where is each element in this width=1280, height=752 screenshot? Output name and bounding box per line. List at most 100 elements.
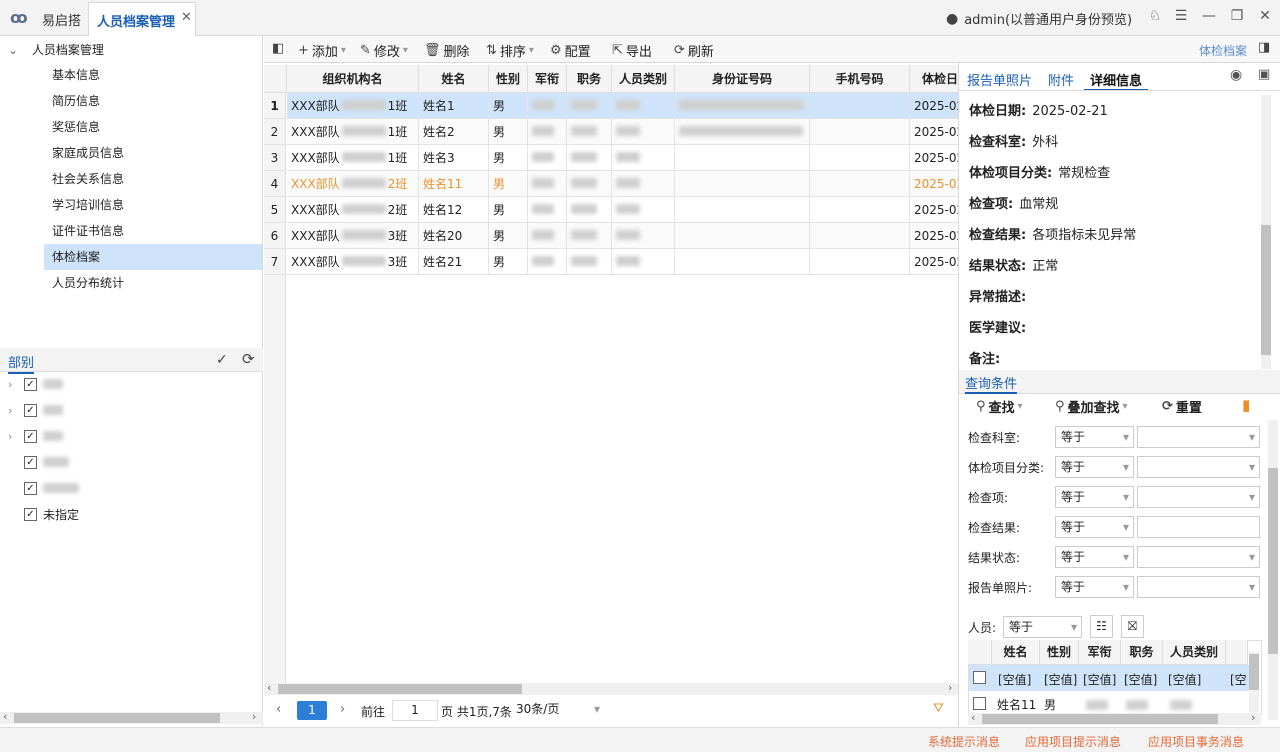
condition-value-input[interactable]: [1137, 516, 1260, 538]
table-cell[interactable]: 男: [489, 223, 528, 249]
col-post[interactable]: 职务: [567, 65, 612, 93]
table-cell[interactable]: [675, 223, 810, 249]
table-cell[interactable]: [675, 197, 810, 223]
table-cell[interactable]: [810, 145, 910, 171]
col-sex[interactable]: 性别: [489, 65, 528, 93]
sub-col-rank[interactable]: 军衔: [1079, 640, 1121, 665]
app-task-link[interactable]: 应用项目事务消息: [1148, 733, 1244, 750]
table-cell[interactable]: [612, 249, 675, 275]
find-button[interactable]: ⚲ 查找 ▾: [976, 397, 1023, 416]
col-org[interactable]: 组织机构名: [287, 65, 419, 93]
table-cell[interactable]: 男: [489, 119, 528, 145]
user-menu[interactable]: ● admin(以普通用户身份预览): [946, 9, 1132, 29]
table-cell[interactable]: 姓名2: [419, 119, 489, 145]
detail-vscrollbar[interactable]: [1261, 95, 1271, 369]
tab-attachment[interactable]: 附件: [1048, 70, 1074, 89]
page-1-button[interactable]: 1: [297, 701, 327, 720]
table-cell[interactable]: [675, 249, 810, 275]
table-cell[interactable]: 2025-02: [910, 197, 958, 223]
sub-vscrollbar[interactable]: [1249, 652, 1259, 712]
grid-hscrollbar[interactable]: ‹ ›: [264, 681, 958, 695]
table-cell[interactable]: [567, 197, 612, 223]
table-cell[interactable]: XXX部队 2班: [287, 197, 419, 223]
table-cell[interactable]: [675, 93, 810, 119]
config-button[interactable]: ⚙ 配置: [550, 41, 591, 60]
checkbox[interactable]: ✓: [24, 507, 37, 521]
condition-value-input[interactable]: [1137, 486, 1260, 508]
table-cell[interactable]: [528, 119, 567, 145]
table-cell[interactable]: 2025-02: [910, 223, 958, 249]
deselect-icon[interactable]: ⛝: [1121, 615, 1144, 638]
sys-message-link[interactable]: 系统提示消息: [928, 733, 1000, 750]
condition-value-input[interactable]: [1137, 576, 1260, 598]
table-cell[interactable]: [528, 145, 567, 171]
table-cell[interactable]: 男: [489, 197, 528, 223]
table-cell[interactable]: 姓名21: [419, 249, 489, 275]
col-id-number[interactable]: 身份证号码: [675, 65, 810, 93]
nav-item-basic[interactable]: 基本信息: [44, 62, 262, 88]
table-cell[interactable]: [612, 197, 675, 223]
table-cell[interactable]: [528, 197, 567, 223]
table-cell[interactable]: 姓名1: [419, 93, 489, 119]
table-cell[interactable]: 男: [489, 171, 528, 197]
checkbox[interactable]: [973, 671, 986, 684]
col-phone[interactable]: 手机号码: [810, 65, 910, 93]
export-button[interactable]: ⇱ 导出: [612, 41, 652, 60]
table-cell[interactable]: [567, 145, 612, 171]
condition-value-input[interactable]: [1137, 426, 1260, 448]
delete-button[interactable]: 🗑 删除: [424, 41, 470, 60]
left-hscrollbar[interactable]: ‹ ›: [0, 710, 263, 724]
edit-button[interactable]: ✎ 修改 ▾: [360, 41, 408, 60]
tab-details[interactable]: 详细信息: [1084, 70, 1149, 91]
sub-col-category[interactable]: 人员类别: [1163, 640, 1226, 665]
minimize-icon[interactable]: —: [1200, 8, 1218, 24]
nav-root[interactable]: ⌄ 人员档案管理: [8, 41, 104, 58]
app-message-link[interactable]: 应用项目提示消息: [1025, 733, 1121, 750]
table-cell[interactable]: 男: [489, 249, 528, 275]
person-op-select[interactable]: 等于: [1003, 616, 1082, 638]
table-cell[interactable]: XXX部队 3班: [287, 223, 419, 249]
condition-value-input[interactable]: [1137, 546, 1260, 568]
table-cell[interactable]: [528, 249, 567, 275]
chevron-right-icon[interactable]: ›: [8, 404, 18, 417]
table-cell[interactable]: [810, 249, 910, 275]
nav-item-distribution[interactable]: 人员分布统计: [44, 270, 262, 296]
check-circle-icon[interactable]: ✓: [216, 352, 228, 368]
panel-toggle-icon[interactable]: ◧: [272, 41, 284, 56]
table-cell[interactable]: [567, 171, 612, 197]
table-cell[interactable]: XXX部队 1班: [287, 93, 419, 119]
table-cell[interactable]: 男: [489, 93, 528, 119]
condition-op-select[interactable]: 等于: [1055, 426, 1134, 448]
tab-personnel-archive[interactable]: 人员档案管理 ✕: [88, 2, 196, 36]
dept-item[interactable]: › ✓: [8, 426, 63, 446]
select-all-icon[interactable]: ☷: [1090, 615, 1113, 638]
table-cell[interactable]: [528, 93, 567, 119]
checkbox[interactable]: ✓: [24, 481, 37, 495]
restore-icon[interactable]: ❐: [1228, 8, 1246, 24]
table-cell[interactable]: [567, 119, 612, 145]
sub-col-post[interactable]: 职务: [1121, 640, 1163, 665]
table-cell[interactable]: [810, 93, 910, 119]
refresh-icon[interactable]: ⟳: [242, 350, 255, 368]
query-tab[interactable]: 查询条件: [965, 373, 1018, 394]
table-cell[interactable]: 2025-02: [910, 93, 958, 119]
table-cell[interactable]: [675, 119, 810, 145]
tab-report-photo[interactable]: 报告单照片: [967, 70, 1032, 89]
table-cell[interactable]: 男: [489, 145, 528, 171]
table-cell[interactable]: [567, 223, 612, 249]
condition-value-input[interactable]: [1137, 456, 1260, 478]
add-button[interactable]: + 添加 ▾: [298, 41, 346, 60]
table-cell[interactable]: [810, 223, 910, 249]
table-cell[interactable]: [612, 93, 675, 119]
next-page-icon[interactable]: ›: [340, 702, 345, 717]
table-cell[interactable]: 姓名20: [419, 223, 489, 249]
nav-item-family[interactable]: 家庭成员信息: [44, 140, 262, 166]
table-cell[interactable]: XXX部队 2班: [287, 171, 419, 197]
table-cell[interactable]: 2025-02: [910, 145, 958, 171]
nav-item-rewards[interactable]: 奖惩信息: [44, 114, 262, 140]
eye-icon[interactable]: ◉: [1230, 67, 1242, 83]
table-cell[interactable]: [612, 145, 675, 171]
col-exam-date[interactable]: 体检日: [910, 65, 958, 93]
sub-col-sex[interactable]: 性别: [1040, 640, 1079, 665]
table-cell[interactable]: XXX部队 3班: [287, 249, 419, 275]
